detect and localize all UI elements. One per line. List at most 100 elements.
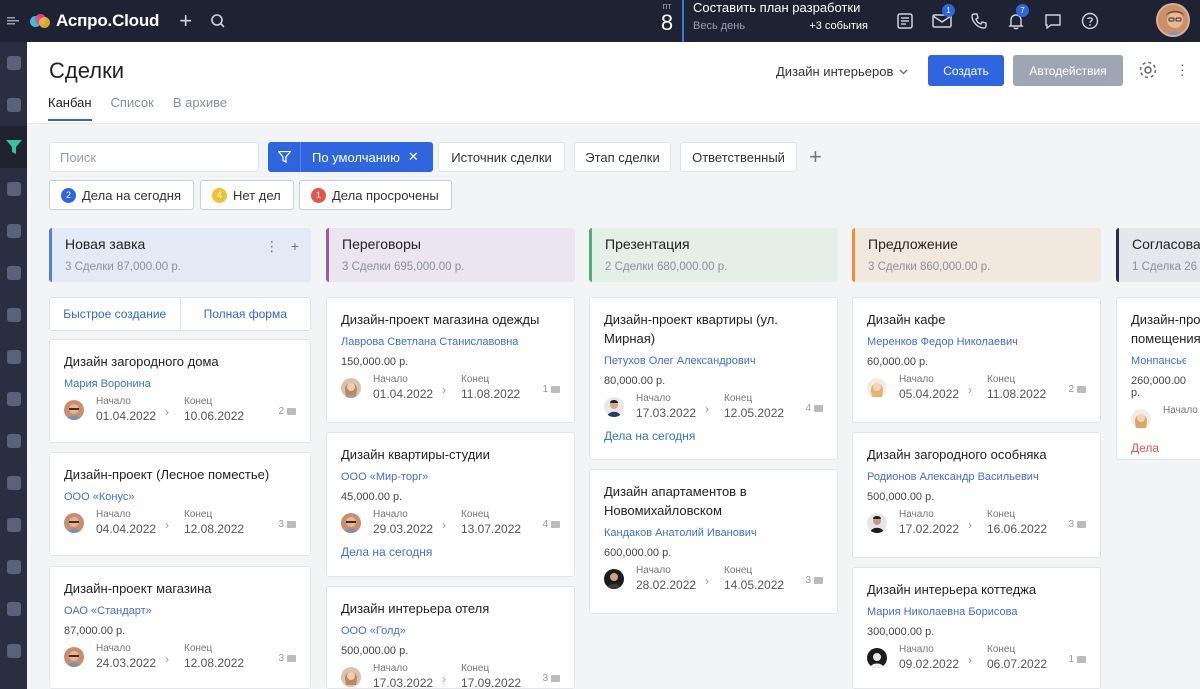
deal-client[interactable]: Лаврова Светлана Станиславовна <box>341 336 560 348</box>
search-icon[interactable] <box>210 13 226 29</box>
menu-icon[interactable] <box>0 17 26 25</box>
deal-client[interactable]: Родионов Александр Васильевич <box>867 471 1086 483</box>
comments-count[interactable]: 2 <box>278 406 296 417</box>
rail-item-2[interactable] <box>0 84 27 126</box>
deal-client[interactable]: Монпансье <box>1131 355 1186 367</box>
comments-count[interactable]: 3 <box>278 653 296 664</box>
deal-client[interactable]: ООО «Голд» <box>341 625 560 637</box>
comments-count[interactable]: 1 <box>542 384 560 395</box>
deal-client[interactable]: Кандаков Анатолий Иванович <box>604 527 823 539</box>
deal-card[interactable]: Дизайн-проект (Лесное поместье) ООО «Кон… <box>49 452 311 556</box>
avatar[interactable] <box>64 400 84 420</box>
comments-count[interactable]: 4 <box>542 519 560 530</box>
rail-item-7[interactable] <box>0 294 27 336</box>
gear-icon[interactable] <box>1138 60 1158 80</box>
pipeline-select[interactable]: Дизайн интерьеров <box>776 64 908 79</box>
comments-count[interactable]: 3 <box>278 519 296 530</box>
avatar[interactable] <box>341 378 361 398</box>
tab-list[interactable]: Список <box>111 95 154 121</box>
rail-item-11[interactable] <box>0 462 27 504</box>
more-icon[interactable]: ⋮ <box>265 238 279 255</box>
add-icon[interactable]: + <box>179 8 192 34</box>
quick-create-button[interactable]: Быстрое создание <box>50 298 181 330</box>
deal-card[interactable]: Дизайн-проект магазина ОАО «Стандарт» 87… <box>49 566 311 689</box>
filter-stage[interactable]: Этап сделки <box>574 142 671 172</box>
user-avatar[interactable] <box>1156 3 1190 37</box>
rail-item-5[interactable] <box>0 210 27 252</box>
deal-card[interactable]: Дизайн кафе Меренков Федор Николаевич 60… <box>852 297 1101 423</box>
rail-item-6[interactable] <box>0 252 27 294</box>
tasks-icon[interactable] <box>886 0 923 42</box>
column-header[interactable]: Согласова 1 Сделка 26 <box>1116 228 1200 282</box>
avatar[interactable] <box>867 513 887 533</box>
deal-client[interactable]: Петухов Олег Александрович <box>604 355 823 367</box>
rail-item-15[interactable] <box>0 630 27 672</box>
rail-item-deals[interactable] <box>0 126 27 168</box>
deal-card[interactable]: Дизайн апартаментов в Новомихайловском К… <box>589 469 838 614</box>
deal-card[interactable]: Дизайн загородного дома Мария Воронина Н… <box>49 339 311 443</box>
rail-item-13[interactable] <box>0 546 27 588</box>
comments-count[interactable]: 4 <box>805 403 823 414</box>
comments-count[interactable]: 3 <box>805 575 823 586</box>
close-icon[interactable]: ✕ <box>408 149 419 165</box>
full-form-button[interactable]: Полная форма <box>181 298 311 330</box>
quick-filter-overdue[interactable]: 1 Дела просрочены <box>299 180 452 210</box>
filter-source[interactable]: Источник сделки <box>438 142 565 172</box>
rail-item-4[interactable] <box>0 168 27 210</box>
avatar[interactable] <box>604 569 624 589</box>
deal-card[interactable]: Дизайн-проект магазина одежды Лаврова Св… <box>326 297 575 423</box>
automation-button[interactable]: Автодействия <box>1013 55 1123 86</box>
avatar[interactable] <box>64 647 84 667</box>
upcoming-task[interactable]: Составить план разработки Весь день +3 с… <box>693 0 868 32</box>
deal-card[interactable]: Дизайн интерьера коттеджа Мария Николаев… <box>852 567 1101 689</box>
chat-icon[interactable] <box>1034 0 1071 42</box>
deal-card[interactable]: Дизайн интерьера отеля ООО «Голд» 500,00… <box>326 586 575 689</box>
more-icon[interactable]: · · · <box>1180 57 1185 81</box>
deal-card[interactable]: Дизайн квартиры-студии ООО «Мир-торг» 45… <box>326 432 575 577</box>
deal-card[interactable]: Дизайн загородного особняка Родионов Але… <box>852 432 1101 558</box>
deal-client[interactable]: Меренков Федор Николаевич <box>867 336 1086 348</box>
rail-item-14[interactable] <box>0 588 27 630</box>
avatar[interactable] <box>604 397 624 417</box>
comments-count[interactable]: 2 <box>1068 384 1086 395</box>
deal-client[interactable]: Мария Воронина <box>64 378 296 390</box>
default-filter[interactable]: По умолчанию ✕ <box>268 142 433 172</box>
avatar[interactable] <box>64 513 84 533</box>
comments-count[interactable]: 1 <box>1068 654 1086 665</box>
comments-count[interactable]: 3 <box>542 673 560 684</box>
filter-responsible[interactable]: Ответственный <box>680 142 797 172</box>
rail-item-12[interactable] <box>0 504 27 546</box>
rail-item-1[interactable] <box>0 42 27 84</box>
column-header[interactable]: Новая завка 3 Сделки 87,000.00 р. ⋮ + <box>49 228 311 282</box>
deal-client[interactable]: ООО «Конус» <box>64 491 296 503</box>
comments-count[interactable]: 3 <box>1068 519 1086 530</box>
avatar[interactable] <box>1131 409 1151 429</box>
avatar[interactable] <box>867 648 887 668</box>
rail-item-9[interactable] <box>0 378 27 420</box>
search-input[interactable]: Поиск <box>49 142 259 172</box>
overdue-tasks-link[interactable]: Дела просроч <box>1131 441 1186 459</box>
tab-kanban[interactable]: Канбан <box>48 95 92 121</box>
mail-icon[interactable]: 1 <box>923 0 960 42</box>
rail-item-10[interactable] <box>0 420 27 462</box>
column-header[interactable]: Предложение 3 Сделки 860,000.00 р. <box>852 228 1101 282</box>
deal-client[interactable]: ОАО «Стандарт» <box>64 605 296 617</box>
events-count[interactable]: +3 события <box>809 20 868 32</box>
deal-client[interactable]: Мария Николаевна Борисова <box>867 606 1086 618</box>
avatar[interactable] <box>341 513 361 533</box>
help-icon[interactable] <box>1071 0 1108 42</box>
quick-filter-today[interactable]: 2 Дела на сегодня <box>49 180 194 210</box>
today-tasks-link[interactable]: Дела на сегодня <box>341 545 560 559</box>
add-filter-icon[interactable]: + <box>809 144 822 170</box>
quick-filter-no-tasks[interactable]: 4 Нет дел <box>200 180 294 210</box>
deal-client[interactable]: ООО «Мир-торг» <box>341 471 560 483</box>
deal-card[interactable]: Дизайн-проект квартиры (ул. Мирная) Пету… <box>589 297 838 460</box>
column-header[interactable]: Переговоры 3 Сделки 695,000.00 р. <box>326 228 575 282</box>
bell-icon[interactable]: 7 <box>997 0 1034 42</box>
calendar-date[interactable]: пт 8 <box>652 0 684 42</box>
column-header[interactable]: Презентация 2 Сделки 680,000.00 р. <box>589 228 838 282</box>
avatar[interactable] <box>341 667 361 687</box>
avatar[interactable] <box>867 378 887 398</box>
tab-archive[interactable]: В архиве <box>173 95 227 121</box>
create-button[interactable]: Создать <box>928 55 1004 86</box>
